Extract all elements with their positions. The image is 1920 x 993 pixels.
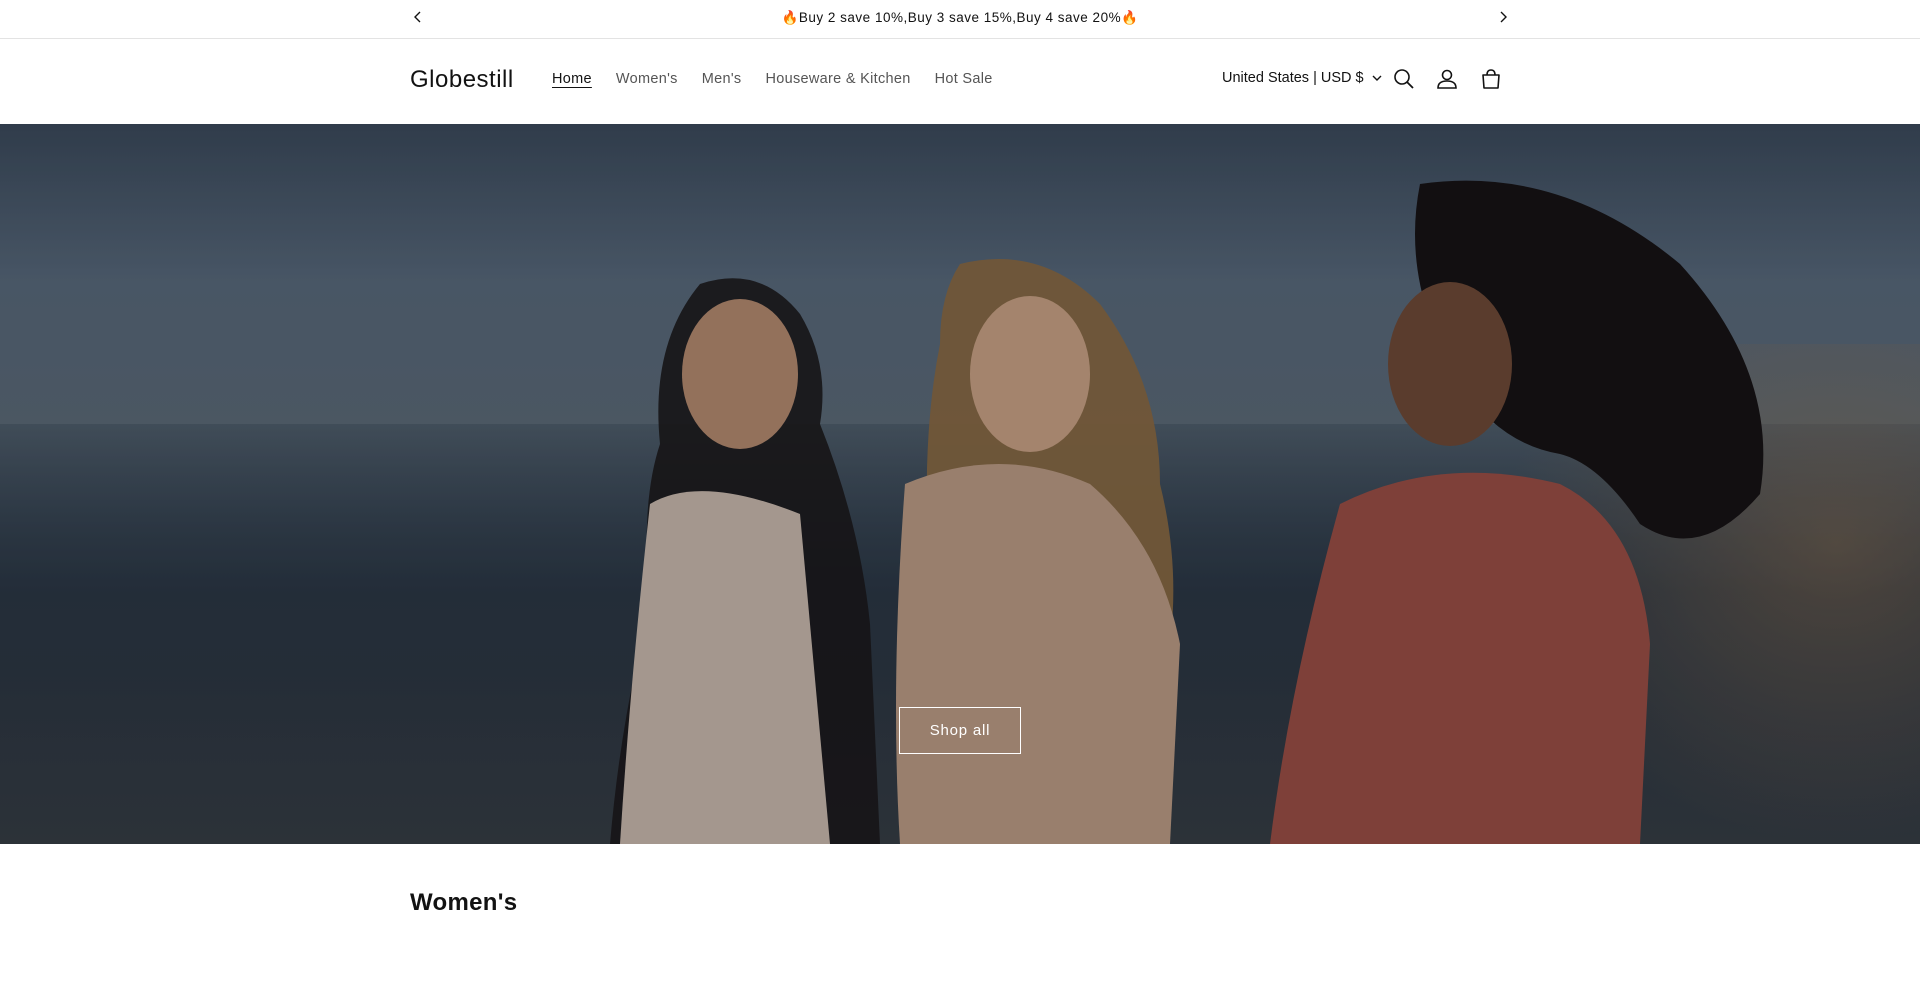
nav-item-womens[interactable]: Women's	[616, 71, 678, 87]
nav-item-mens[interactable]: Men's	[702, 71, 742, 87]
hero-banner: Shop all	[0, 124, 1920, 844]
main-nav: Home Women's Men's Houseware & Kitchen H…	[540, 71, 1005, 87]
account-button[interactable]	[1434, 68, 1460, 94]
chevron-down-icon	[1372, 75, 1382, 82]
site-logo[interactable]: Globestill	[410, 66, 514, 94]
announcement-text: 🔥Buy 2 save 10%,Buy 3 save 15%,Buy 4 sav…	[781, 10, 1139, 25]
womens-section-title: Women's	[410, 889, 518, 916]
announcement-next-button[interactable]	[1493, 9, 1513, 29]
site-header: Globestill Home Women's Men's Houseware …	[0, 39, 1920, 124]
cart-button[interactable]	[1478, 68, 1504, 94]
chevron-right-icon	[1498, 10, 1508, 28]
country-currency-label: United States | USD $	[1222, 70, 1364, 86]
nav-item-hot-sale[interactable]: Hot Sale	[935, 71, 993, 87]
shop-all-button[interactable]: Shop all	[899, 707, 1021, 754]
cart-icon	[1480, 68, 1502, 95]
search-icon	[1393, 68, 1415, 95]
nav-item-home[interactable]: Home	[552, 71, 592, 87]
nav-item-houseware-kitchen[interactable]: Houseware & Kitchen	[765, 71, 910, 87]
account-icon	[1436, 68, 1458, 95]
announcement-bar: 🔥Buy 2 save 10%,Buy 3 save 15%,Buy 4 sav…	[0, 0, 1920, 39]
country-currency-selector[interactable]: United States | USD $	[1222, 70, 1382, 86]
search-button[interactable]	[1391, 68, 1417, 94]
